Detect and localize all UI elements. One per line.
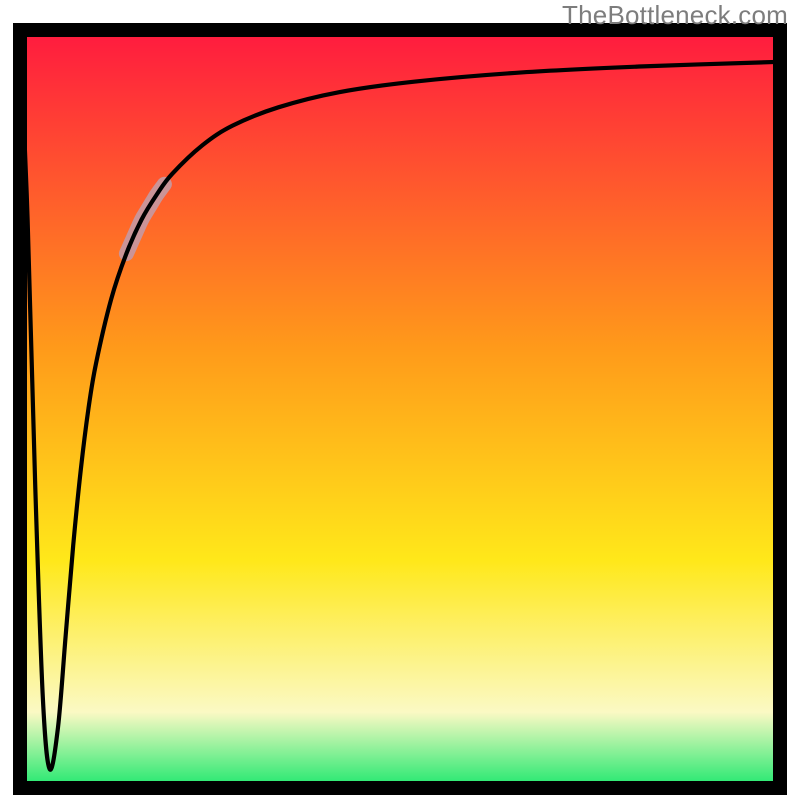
bottleneck-chart <box>0 0 800 800</box>
watermark-text: TheBottleneck.com <box>562 0 788 31</box>
gradient-background <box>20 30 780 788</box>
chart-stage: { "watermark": "TheBottleneck.com", "col… <box>0 0 800 800</box>
